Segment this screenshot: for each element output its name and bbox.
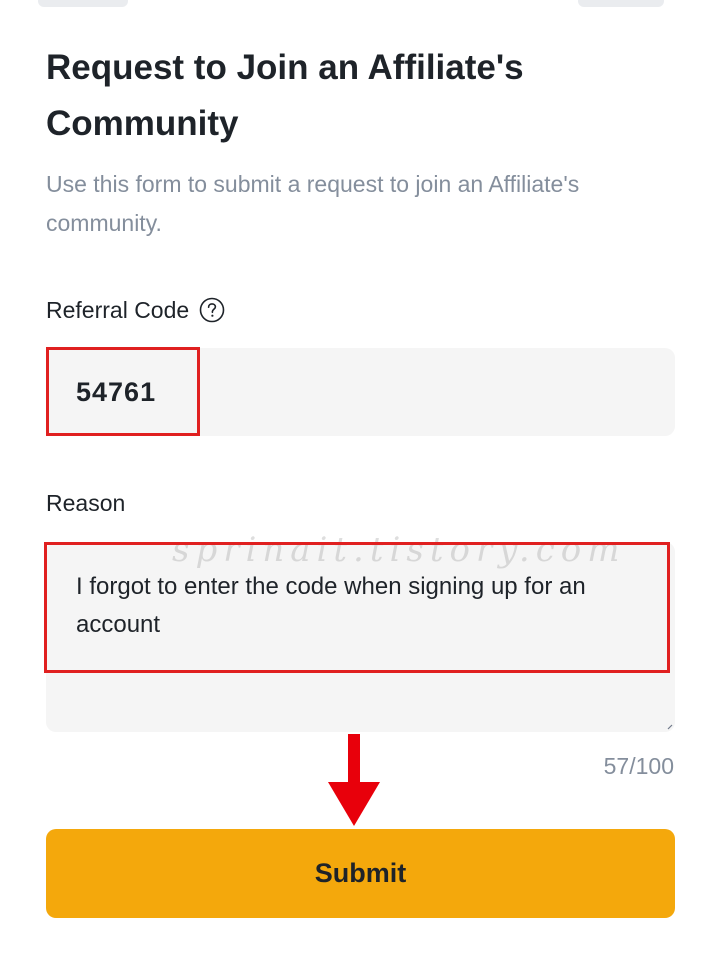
submit-button[interactable]: Submit — [46, 829, 675, 918]
resize-handle-icon[interactable] — [667, 724, 673, 730]
question-circle-icon[interactable] — [199, 297, 225, 323]
top-left-tab-fragment — [38, 0, 128, 7]
page-title: Request to Join an Affiliate's Community — [46, 48, 524, 143]
reason-label: Reason — [46, 490, 126, 516]
referral-code-label: Referral Code — [46, 297, 190, 323]
referral-code-label-row: Referral Code — [46, 295, 225, 325]
referral-code-highlight — [46, 347, 200, 436]
page-subtitle: Use this form to submit a request to joi… — [46, 171, 580, 236]
top-right-tab-fragment — [578, 0, 664, 7]
arrow-down-icon — [328, 734, 380, 826]
character-counter: 57/100 — [603, 753, 674, 779]
reason-highlight — [44, 542, 670, 673]
